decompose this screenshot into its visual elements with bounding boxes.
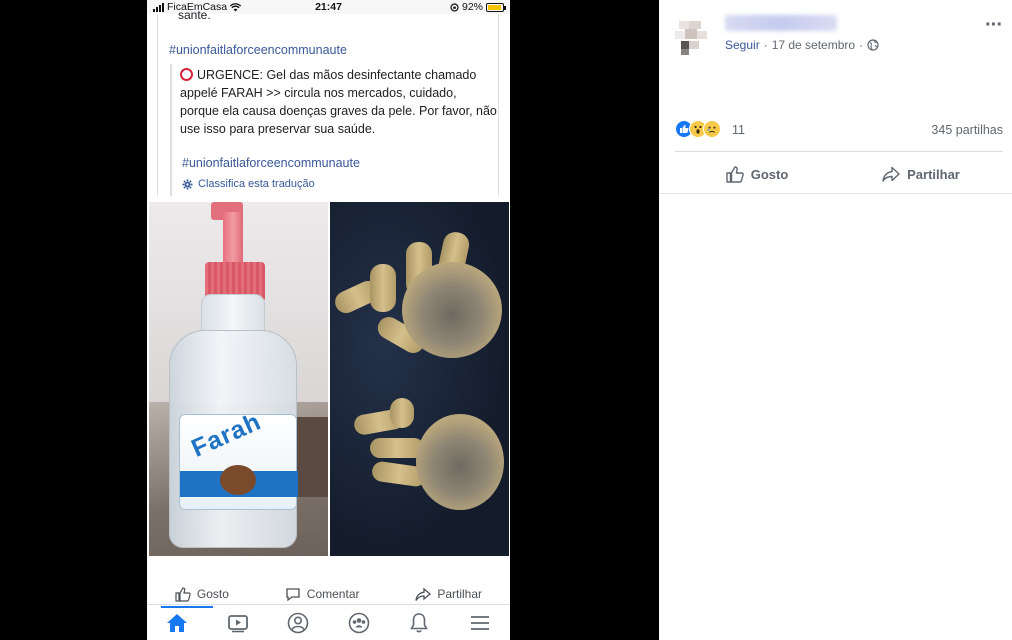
post-action-bar: Gosto Partilhar [675,158,1003,190]
pump-stem [223,212,243,266]
nav-home[interactable] [157,605,214,638]
post-meta: Seguir · 17 de setembro · [725,38,879,52]
translated-quote: URGENCE: Gel das mãos desinfectante cham… [170,64,498,196]
hashtag-link[interactable]: #unionfaitlaforceencommunaute [169,43,347,57]
reaction-count[interactable]: 11 [732,123,745,137]
reactions-row: 11 345 partilhas [675,120,1003,140]
nav-video[interactable] [218,608,258,638]
phone-comment-button[interactable]: Comentar [285,587,360,602]
menu-icon [470,615,489,630]
meta-separator: · [763,38,768,52]
quote-text: URGENCE: Gel das mãos desinfectante cham… [180,68,497,136]
quote-body: URGENCE: Gel das mãos desinfectante cham… [180,66,498,138]
phone-share-button[interactable]: Partilhar [415,587,482,602]
thumbs-up-icon [726,165,744,183]
damaged-hands-photo[interactable] [330,202,509,556]
sanitizer-bottle-photo[interactable]: Farah [149,202,328,556]
groups-icon [348,612,370,633]
nav-notifications[interactable] [399,608,439,638]
label-graphic [220,465,256,495]
active-tab-indicator [161,605,214,608]
battery-info: 92% [450,1,506,13]
profile-icon [287,612,309,633]
share-icon [882,166,900,182]
meta-separator: · [859,38,864,52]
battery-percent: 92% [461,1,483,13]
screenshot-root: FicaEmCasa 21:47 92% sante. #unionfaitla… [0,0,1012,640]
battery-icon [486,2,506,12]
translate-label: Classifica esta tradução [198,178,315,190]
sad-reaction-icon [703,120,721,138]
divider [675,151,1003,152]
globe-icon [867,39,879,51]
nav-menu[interactable] [460,608,500,638]
post-date[interactable]: 17 de setembro [772,38,855,52]
gear-icon [182,178,193,190]
bell-icon [410,612,429,632]
finger [390,398,414,428]
alarm-clock-icon [180,68,193,81]
nav-groups[interactable] [339,608,379,638]
thumbs-up-icon [175,586,191,602]
video-icon [227,614,248,632]
palm [416,414,504,510]
finger [370,264,396,312]
phone-like-button[interactable]: Gosto [175,586,229,602]
hashtag-link[interactable]: #unionfaitlaforceencommunaute [182,156,360,170]
home-icon [167,613,188,632]
shared-post-card: sante. #unionfaitlaforceencommunaute URG… [157,8,499,196]
palm [402,262,502,358]
share-label: Partilhar [907,166,960,182]
reaction-icons[interactable] [675,120,721,138]
divider [659,193,1012,194]
share-button[interactable]: Partilhar [839,158,1003,190]
phone-comment-label: Comentar [306,587,360,601]
lock-rotation-icon [450,2,459,12]
share-count[interactable]: 345 partilhas [931,123,1003,137]
follow-link[interactable]: Seguir [725,38,760,52]
bottle-label: Farah [179,407,298,510]
phone-bottom-nav [147,604,510,640]
like-label: Gosto [750,166,789,182]
author-name-blurred[interactable] [725,15,837,31]
share-icon [415,587,432,601]
bottle-brand-text: Farah [187,407,266,463]
embedded-phone-screenshot[interactable]: FicaEmCasa 21:47 92% sante. #unionfaitla… [147,0,510,640]
clipped-text: sante. [178,8,211,22]
nav-profile[interactable] [278,608,318,638]
comment-icon [286,587,300,601]
phone-share-label: Partilhar [437,587,483,601]
like-button[interactable]: Gosto [675,158,839,190]
more-options-icon[interactable]: ··· [985,14,1003,37]
avatar[interactable] [671,15,711,55]
facebook-post-panel: Seguir · 17 de setembro · ··· 11 345 par… [659,0,1012,640]
rate-translation-link[interactable]: Classifica esta tradução [182,178,315,190]
phone-like-label: Gosto [196,587,229,601]
